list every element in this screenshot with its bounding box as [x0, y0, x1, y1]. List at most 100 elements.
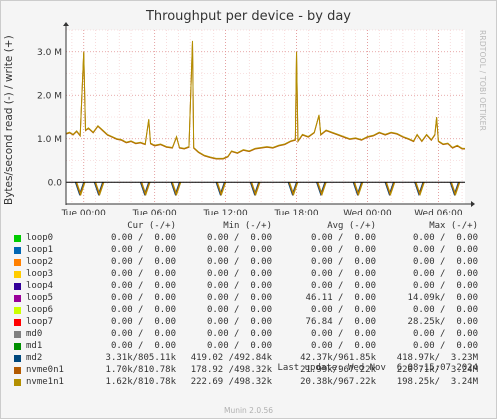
x-axis-arrow: [471, 201, 475, 207]
legend-cur: 0.00 / 0.00: [110, 293, 176, 303]
legend-row: loop0 0.00 / 0.00 0.00 / 0.00 0.00 / 0.00 0.…: [0, 233, 497, 245]
legend-min: 0.00 / 0.00: [206, 233, 272, 243]
last-update: Last update: Wed Nov 6 08:15:07 2024: [277, 363, 478, 373]
legend-cur: 0.00 / 0.00: [110, 329, 176, 339]
throughput-chart: Tue 00:00 Tue 06:00 Tue 12:00 Tue 18:00 Wed …: [37, 22, 475, 215]
legend-max: 14.09k/ 0.00: [407, 293, 478, 303]
legend-swatch: [14, 367, 21, 374]
legend-cur: 3.31k/805.11k: [105, 353, 176, 363]
legend-max: 0.00 / 0.00: [412, 245, 478, 255]
legend-row: loop3 0.00 / 0.00 0.00 / 0.00 0.00 / 0.00 0.…: [0, 269, 497, 281]
legend-max: 0.00 / 0.00: [412, 281, 478, 291]
legend-name: md0: [26, 329, 43, 339]
legend-avg: 20.38k/967.22k: [300, 377, 376, 387]
legend-name: nvme1n1: [26, 377, 64, 387]
legend-name: loop0: [26, 233, 54, 243]
legend-name: md2: [26, 353, 43, 363]
legend-cur: 0.00 / 0.00: [110, 341, 176, 351]
legend-min: 0.00 / 0.00: [206, 245, 272, 255]
x-tick-label: Tue 00:00: [61, 209, 106, 215]
legend-cur: 0.00 / 0.00: [110, 233, 176, 243]
y-tick-label: 3.0 M: [37, 48, 62, 58]
legend-swatch: [14, 283, 21, 290]
legend-name: loop4: [26, 281, 54, 291]
legend-min: 0.00 / 0.00: [206, 281, 272, 291]
legend-avg: 46.11 / 0.00: [305, 293, 376, 303]
y-tick-label: 1.0 M: [37, 135, 62, 145]
legend-cur: 0.00 / 0.00: [110, 281, 176, 291]
legend-max: 28.25k/ 0.00: [407, 317, 478, 327]
legend-min: 0.00 / 0.00: [206, 341, 272, 351]
legend-avg: 0.00 / 0.00: [310, 281, 376, 291]
legend-swatch: [14, 319, 21, 326]
y-tick-label: 0.0: [48, 178, 63, 188]
legend-row: loop7 0.00 / 0.00 0.00 / 0.00 76.84 / 0.00 2…: [0, 317, 497, 329]
legend-row: md1 0.00 / 0.00 0.00 / 0.00 0.00 / 0.00 0.00…: [0, 341, 497, 353]
legend-swatch: [14, 295, 21, 302]
legend-swatch: [14, 355, 21, 362]
legend-header-min: Min (-/+): [223, 221, 272, 231]
legend-name: md1: [26, 341, 43, 351]
legend-avg: 0.00 / 0.00: [310, 257, 376, 267]
legend-max: 0.00 / 0.00: [412, 257, 478, 267]
legend-max: 0.00 / 0.00: [412, 305, 478, 315]
legend-avg: 0.00 / 0.00: [310, 269, 376, 279]
legend-cur: 0.00 / 0.00: [110, 305, 176, 315]
legend-swatch: [14, 307, 21, 314]
legend-cur: 1.62k/810.78k: [105, 377, 176, 387]
legend-name: loop7: [26, 317, 54, 327]
legend-min: 0.00 / 0.00: [206, 293, 272, 303]
legend-row: loop4 0.00 / 0.00 0.00 / 0.00 0.00 / 0.00 0.…: [0, 281, 497, 293]
x-tick-label: Tue 12:00: [203, 209, 248, 215]
legend-min: 0.00 / 0.00: [206, 269, 272, 279]
legend-max: 0.00 / 0.00: [412, 269, 478, 279]
legend-min: 178.92 /498.32k: [190, 365, 272, 375]
legend-row: loop6 0.00 / 0.00 0.00 / 0.00 0.00 / 0.00 0.…: [0, 305, 497, 317]
x-tick-label: Wed 06:00: [414, 209, 463, 215]
legend-name: loop6: [26, 305, 54, 315]
legend-min: 0.00 / 0.00: [206, 329, 272, 339]
x-tick-label: Tue 06:00: [132, 209, 177, 215]
legend-row: loop1 0.00 / 0.00 0.00 / 0.00 0.00 / 0.00 0.…: [0, 245, 497, 257]
legend-min: 0.00 / 0.00: [206, 305, 272, 315]
legend-avg: 0.00 / 0.00: [310, 341, 376, 351]
legend-swatch: [14, 247, 21, 254]
legend-header-avg: Avg (-/+): [327, 221, 376, 231]
legend-cur: 0.00 / 0.00: [110, 257, 176, 267]
x-tick-label: Wed 00:00: [343, 209, 392, 215]
legend-min: 419.02 /492.84k: [190, 353, 272, 363]
legend-min: 0.00 / 0.00: [206, 317, 272, 327]
legend-swatch: [14, 259, 21, 266]
legend-header-max: Max (-/+): [429, 221, 478, 231]
legend-max: 198.25k/ 3.24M: [396, 377, 478, 387]
legend-name: loop5: [26, 293, 54, 303]
legend-max: 0.00 / 0.00: [412, 329, 478, 339]
legend-cur: 0.00 / 0.00: [110, 245, 176, 255]
legend-cur: 0.00 / 0.00: [110, 317, 176, 327]
legend-name: nvme0n1: [26, 365, 64, 375]
legend-row: nvme1n1 1.62k/810.78k 222.69 /498.32k 20.38…: [0, 377, 497, 389]
legend-avg: 0.00 / 0.00: [310, 233, 376, 243]
legend-max: 0.00 / 0.00: [412, 341, 478, 351]
y-tick-label: 2.0 M: [37, 91, 62, 101]
legend-name: loop2: [26, 257, 54, 267]
legend-swatch: [14, 235, 21, 242]
legend-swatch: [14, 379, 21, 386]
y-axis-arrow: [63, 22, 69, 26]
legend-row: loop5 0.00 / 0.00 0.00 / 0.00 46.11 / 0.00 1…: [0, 293, 497, 305]
legend-avg: 0.00 / 0.00: [310, 329, 376, 339]
legend-avg: 0.00 / 0.00: [310, 245, 376, 255]
legend-swatch: [14, 343, 21, 350]
legend-name: loop3: [26, 269, 54, 279]
legend-avg: 0.00 / 0.00: [310, 305, 376, 315]
legend-header-row: Cur (-/+) Min (-/+) Avg (-/+) Max (-/+): [0, 221, 497, 233]
legend-min: 222.69 /498.32k: [190, 377, 272, 387]
legend-row: md0 0.00 / 0.00 0.00 / 0.00 0.00 / 0.00 0.00…: [0, 329, 497, 341]
legend-cur: 0.00 / 0.00: [110, 269, 176, 279]
legend-avg: 76.84 / 0.00: [305, 317, 376, 327]
legend-swatch: [14, 271, 21, 278]
legend-max: 0.00 / 0.00: [412, 233, 478, 243]
x-tick-label: Tue 18:00: [273, 209, 318, 215]
legend-name: loop1: [26, 245, 54, 255]
legend-header-cur: Cur (-/+): [127, 221, 176, 231]
